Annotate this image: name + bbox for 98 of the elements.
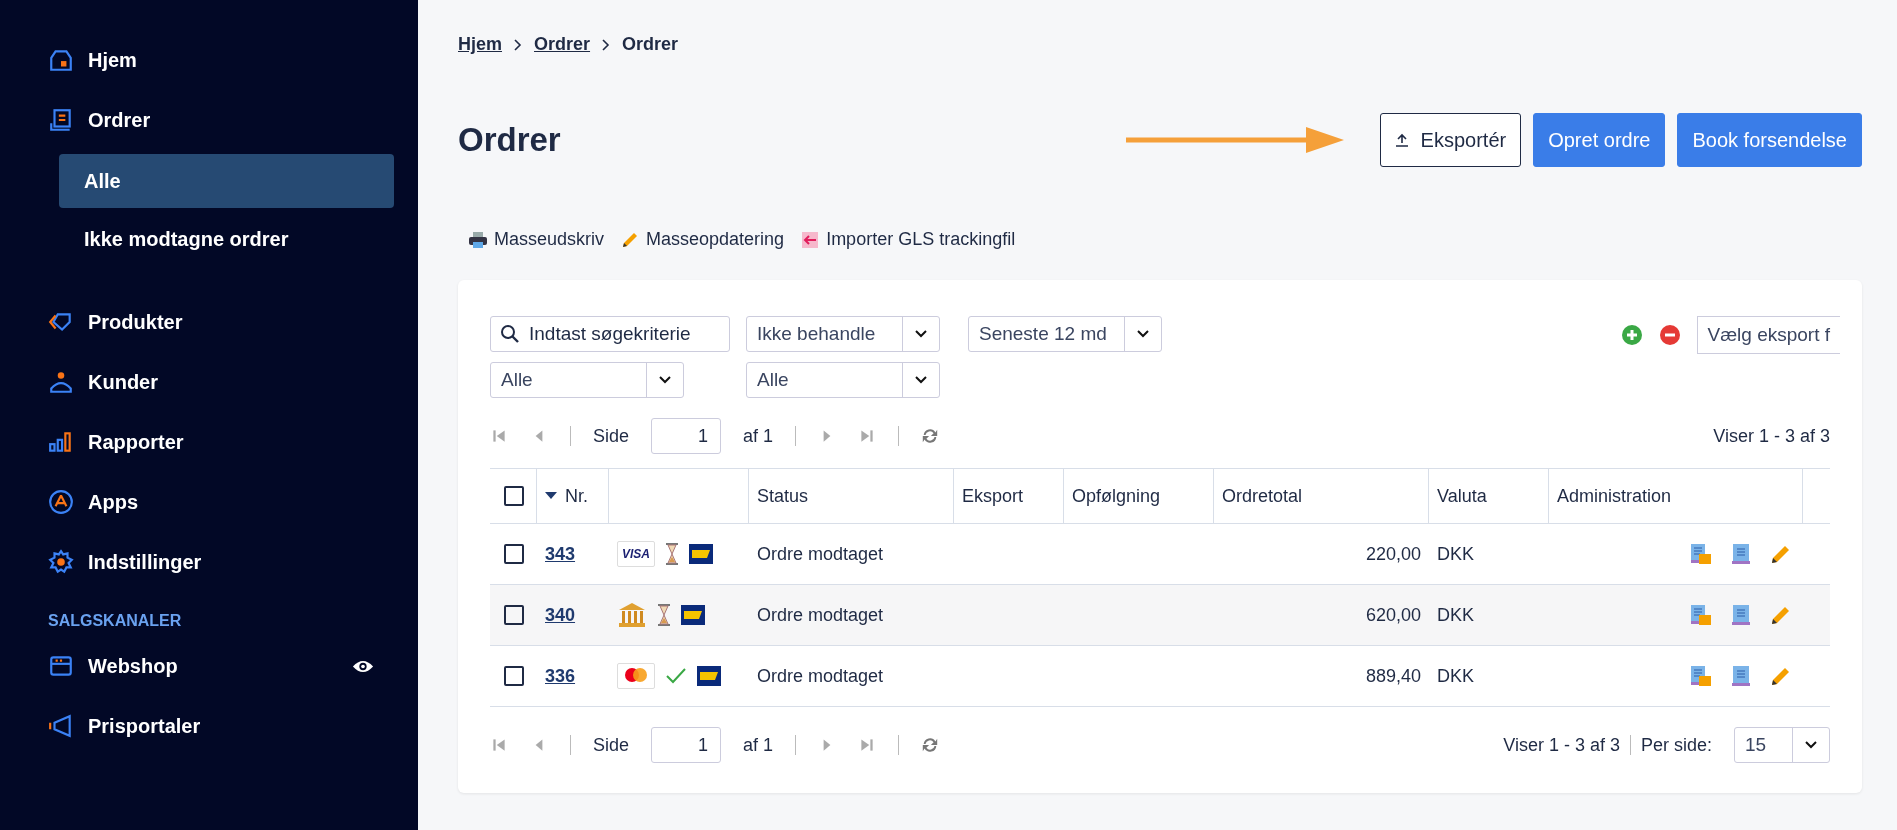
per-page-dropdown[interactable]: 15 (1734, 727, 1830, 763)
result-count: Viser 1 - 3 af 3 (1713, 425, 1830, 447)
chevron-icon (602, 38, 611, 51)
nav-subitem[interactable]: Alle (59, 154, 394, 208)
chevron-down-icon (915, 376, 927, 384)
first-page-icon[interactable] (490, 427, 508, 445)
remove-icon[interactable] (1658, 324, 1681, 346)
copy-document-icon[interactable] (1689, 542, 1713, 566)
visa-card-logo: VISA (617, 541, 655, 567)
chevron-down-icon (659, 376, 671, 384)
column-header[interactable]: Ordretotal (1222, 485, 1303, 507)
upload-icon (1394, 133, 1409, 147)
printer-icon (468, 229, 488, 250)
dropdown[interactable]: Alle (490, 362, 684, 398)
copy-document-icon[interactable] (1689, 664, 1713, 688)
breadcrumb-link[interactable]: Hjem (458, 34, 502, 55)
carrier-logo (697, 666, 721, 686)
page-label: Side (593, 425, 630, 447)
page-count: af 1 (743, 734, 774, 756)
column-header[interactable]: Nr. (565, 485, 588, 507)
refresh-icon[interactable] (921, 427, 940, 445)
status-text: Ordre modtaget (757, 604, 884, 626)
checkbox[interactable] (504, 605, 524, 625)
status-text: Ordre modtaget (757, 543, 884, 565)
nav-item[interactable]: Ordrer (48, 90, 394, 150)
export-dropdown[interactable]: Vælg eksport f (1696, 316, 1840, 354)
eye-icon[interactable] (352, 658, 374, 674)
column-header[interactable]: Administration (1557, 485, 1672, 507)
search-field[interactable]: Indtast søgekriterie (490, 316, 730, 352)
page-field[interactable]: 1 (651, 418, 722, 454)
first-page-icon[interactable] (490, 736, 508, 754)
checkbox[interactable] (504, 666, 524, 686)
sort-icon[interactable] (545, 492, 557, 500)
nav-item[interactable]: Prisportaler (48, 696, 394, 756)
section-heading: SALGSKANALER (48, 612, 183, 630)
toolbar-button[interactable]: Masseudskriv (468, 229, 605, 250)
add-icon[interactable] (1620, 324, 1643, 346)
nav-item[interactable]: Rapporter (48, 412, 394, 472)
result-count: Viser 1 - 3 af 3 (1503, 734, 1620, 756)
column-header[interactable]: Opfølgning (1072, 485, 1161, 507)
nav-item[interactable]: Apps (48, 472, 394, 532)
person-icon (48, 369, 74, 395)
chevron-icon (514, 38, 522, 51)
chevron-down-icon (1137, 330, 1149, 338)
page-field[interactable]: 1 (651, 727, 722, 763)
toolbar-button[interactable]: Importer GLS trackingfil (800, 229, 1016, 250)
page-label: Side (593, 734, 630, 756)
breadcrumb-link[interactable]: Ordrer (534, 34, 591, 55)
action-button[interactable]: Opret ordre (1533, 113, 1666, 167)
dropdown[interactable]: Ikke behandle (746, 316, 940, 352)
search-icon (500, 324, 520, 344)
currency: DKK (1437, 665, 1474, 687)
action-button[interactable]: Book forsendelse (1677, 113, 1862, 167)
column-header[interactable]: Eksport (962, 485, 1024, 507)
toolbar-button[interactable]: Masseopdatering (620, 229, 785, 250)
order-link[interactable]: 340 (545, 604, 576, 626)
per-page-label: Per side: (1640, 734, 1712, 756)
dropdown[interactable]: Alle (746, 362, 940, 398)
checkbox[interactable] (504, 544, 524, 564)
nav-subitem[interactable]: Ikke modtagne ordrer (59, 212, 394, 266)
document-icon[interactable] (1729, 664, 1753, 688)
refresh-icon[interactable] (921, 736, 940, 754)
nav-item[interactable]: Webshop (48, 636, 394, 696)
document-icon[interactable] (1729, 542, 1753, 566)
nav-item[interactable]: Produkter (48, 292, 394, 352)
document-icon[interactable] (1729, 603, 1753, 627)
column-header[interactable]: Status (757, 485, 809, 507)
nav-item[interactable]: Indstillinger (48, 532, 394, 592)
megaphone-icon (48, 713, 74, 739)
order-link[interactable]: 336 (545, 665, 576, 687)
copy-document-icon[interactable] (1689, 603, 1713, 627)
carrier-logo (681, 605, 705, 625)
chevron-down-icon (915, 330, 927, 338)
breadcrumb-current: Ordrer (622, 34, 679, 55)
shop-icon (48, 653, 74, 679)
nav-item[interactable]: Hjem (48, 30, 394, 90)
home-icon (48, 47, 74, 73)
gear-icon (48, 549, 74, 575)
currency: DKK (1437, 604, 1474, 626)
chevron-down-icon (1805, 741, 1817, 749)
page-title: Ordrer (458, 121, 561, 159)
status-text: Ordre modtaget (757, 665, 884, 687)
action-button[interactable]: Eksportér (1379, 113, 1522, 167)
page-count: af 1 (743, 425, 774, 447)
chart-icon (48, 429, 74, 455)
currency: DKK (1437, 543, 1474, 565)
order-link[interactable]: 343 (545, 543, 576, 565)
dropdown[interactable]: Seneste 12 md (968, 316, 1162, 352)
nav-item[interactable]: Kunder (48, 352, 394, 412)
checkbox[interactable] (504, 486, 524, 506)
order-total: 620,00 (1365, 604, 1421, 626)
order-total: 889,40 (1365, 665, 1421, 687)
carrier-logo (689, 544, 713, 564)
import-icon (800, 229, 821, 250)
apps-icon (48, 489, 74, 515)
column-header[interactable]: Valuta (1437, 485, 1487, 507)
order-total: 220,00 (1365, 543, 1421, 565)
orders-icon (48, 107, 74, 133)
